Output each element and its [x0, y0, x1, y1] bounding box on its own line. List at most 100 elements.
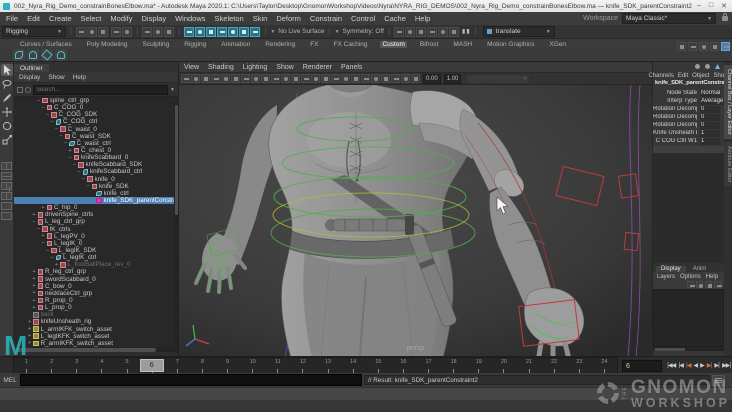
- expand-toggle[interactable]: −: [40, 240, 47, 246]
- menu-item[interactable]: Edit: [678, 73, 688, 79]
- isolate-select-icon[interactable]: [401, 74, 410, 83]
- menu-item[interactable]: File: [6, 14, 18, 23]
- manip-icon[interactable]: [694, 63, 701, 70]
- outliner-item[interactable]: − L_leg_ctrl_grp: [14, 218, 178, 225]
- expand-toggle[interactable]: −: [67, 155, 74, 161]
- command-input[interactable]: [20, 374, 362, 386]
- timeline-frame[interactable]: 12: [290, 358, 315, 373]
- snap-center-icon[interactable]: [239, 26, 250, 37]
- expand-toggle[interactable]: +: [31, 283, 38, 289]
- image-plane-icon[interactable]: [221, 74, 230, 83]
- timeline-frame[interactable]: 8: [190, 358, 215, 373]
- channel-value[interactable]: Normal: [700, 89, 722, 97]
- outliner-item[interactable]: − IK_ctrls: [14, 226, 178, 233]
- outliner-item[interactable]: knife_ctrl: [14, 190, 178, 197]
- menu-item[interactable]: Help: [706, 274, 718, 280]
- expand-toggle[interactable]: −: [58, 133, 65, 139]
- shelf-tab[interactable]: MASH: [451, 41, 474, 48]
- selection-input-dropdown[interactable]: translate ▼: [482, 26, 555, 37]
- expand-toggle[interactable]: −: [31, 219, 38, 225]
- step-back-key-button[interactable]: |◀: [685, 362, 692, 369]
- custom-shelf-script-4[interactable]: [55, 48, 67, 61]
- select-hierarchy-icon[interactable]: [142, 26, 153, 37]
- custom-shelf-script-3[interactable]: [41, 48, 53, 61]
- outliner-item[interactable]: − L_legIK_ctrl: [14, 254, 178, 261]
- channel-row[interactable]: Rotation Decompositi 0: [653, 113, 724, 121]
- menu-item[interactable]: Lighting: [243, 64, 268, 71]
- outliner-item[interactable]: + L_armIKFK_switch_asset: [14, 326, 178, 333]
- viewport-canvas[interactable]: persp: [179, 85, 652, 358]
- timeline-frame[interactable]: 16: [391, 358, 416, 373]
- layer-list[interactable]: [653, 289, 724, 347]
- expand-toggle[interactable]: −: [35, 98, 42, 104]
- sidebar-tab[interactable]: Channel Box / Layer Editor: [724, 65, 732, 139]
- expand-toggle[interactable]: +: [53, 262, 60, 268]
- menu-item[interactable]: Select: [81, 14, 102, 23]
- outliner-item[interactable]: − knifeScabbard_ctrl: [14, 168, 178, 175]
- snap-projected-center-icon[interactable]: [217, 26, 228, 37]
- snap-curve-icon[interactable]: [195, 26, 206, 37]
- select-tool[interactable]: [0, 64, 13, 76]
- play-forward-button[interactable]: ▶: [699, 362, 705, 369]
- pause-viewport-icon[interactable]: ▮▮: [462, 28, 471, 35]
- sidebar-tab[interactable]: Attribute Editor: [724, 141, 732, 187]
- menu-item[interactable]: Skin: [253, 14, 268, 23]
- safe-title-icon[interactable]: [311, 74, 320, 83]
- bookmark-icon[interactable]: [211, 74, 220, 83]
- shelf-tab[interactable]: Poly Modeling: [85, 41, 130, 48]
- resolution-gate-icon[interactable]: [271, 74, 280, 83]
- outliner-horizontal-scrollbar[interactable]: [14, 347, 178, 352]
- expand-toggle[interactable]: +: [31, 305, 38, 311]
- snap-point-icon[interactable]: [206, 26, 217, 37]
- menu-item[interactable]: Create: [49, 14, 72, 23]
- outliner-item[interactable]: + R_prop_0: [14, 297, 178, 304]
- outliner-item[interactable]: back: [14, 311, 178, 318]
- ipr-render-icon[interactable]: [416, 26, 427, 37]
- undo-icon[interactable]: [111, 26, 122, 37]
- timeline-frame[interactable]: 9: [215, 358, 240, 373]
- menu-item[interactable]: Control: [351, 14, 375, 23]
- screen-space-ao-icon[interactable]: [371, 74, 380, 83]
- outliner-item[interactable]: + necklaceCtrl_grp: [14, 290, 178, 297]
- channel-value[interactable]: Average: [700, 97, 724, 105]
- layer-new-selected-icon[interactable]: [705, 281, 712, 288]
- chevron-down-icon[interactable]: ▼: [170, 87, 175, 93]
- rotate-tool[interactable]: [1, 120, 13, 132]
- shelf-tab[interactable]: Curves / Surfaces: [18, 41, 74, 48]
- timeline-frame[interactable]: 20: [491, 358, 516, 373]
- two-pane-stacked-layout[interactable]: [1, 182, 12, 190]
- chevron-down-icon[interactable]: ▼: [270, 29, 275, 35]
- channel-value[interactable]: 1: [700, 137, 720, 145]
- paint-select-tool[interactable]: [1, 92, 13, 104]
- channel-box-icon[interactable]: [721, 42, 730, 51]
- new-scene-icon[interactable]: [76, 26, 87, 37]
- scale-tool[interactable]: [1, 134, 13, 146]
- human-ik-icon[interactable]: [688, 42, 697, 51]
- channel-row[interactable]: Rotation Decompositi 0: [653, 121, 724, 129]
- select-object-icon[interactable]: [153, 26, 164, 37]
- menu-item[interactable]: View: [184, 64, 199, 71]
- render-frame-icon[interactable]: [405, 26, 416, 37]
- custom-shelf-script-2[interactable]: [27, 48, 39, 61]
- wireframe-icon[interactable]: [321, 74, 330, 83]
- menu-item[interactable]: Skeleton: [215, 14, 244, 23]
- grease-pencil-icon[interactable]: [241, 74, 250, 83]
- outliner-item[interactable]: − knifeScabbard_SDK: [14, 161, 178, 168]
- single-pane-layout[interactable]: [1, 162, 12, 170]
- timeline-frame[interactable]: 13: [316, 358, 341, 373]
- title-bar[interactable]: 002_Nyra_Rig_Demo_constrainBonesElbow.ma…: [0, 0, 732, 12]
- outliner-item[interactable]: − L_legIK_0: [14, 240, 178, 247]
- xray-icon[interactable]: [411, 74, 420, 83]
- maximize-button[interactable]: □: [709, 2, 713, 10]
- outliner-item[interactable]: − C_waist_0: [14, 126, 178, 133]
- outliner-item[interactable]: − C_COG_ctrl: [14, 118, 178, 125]
- current-time-field[interactable]: 6: [622, 359, 662, 372]
- expand-toggle[interactable]: −: [40, 105, 47, 111]
- minimize-button[interactable]: –: [697, 2, 701, 10]
- timeline-frame[interactable]: 7: [165, 358, 190, 373]
- outliner-item[interactable]: + R_leg_ctrl_grp: [14, 268, 178, 275]
- modeling-toolkit-icon[interactable]: [677, 42, 686, 51]
- outliner-item[interactable]: − C_COG_0: [14, 104, 178, 111]
- move-tool[interactable]: [1, 106, 13, 118]
- menuset-dropdown[interactable]: Rigging ▼: [2, 26, 66, 37]
